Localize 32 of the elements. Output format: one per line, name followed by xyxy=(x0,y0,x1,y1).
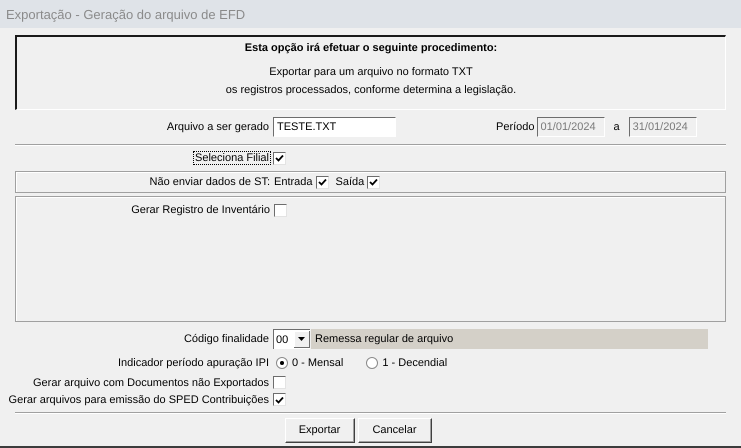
option-label: Gerar arquivo com Documentos não Exportados xyxy=(32,376,270,388)
period-label: Período xyxy=(496,121,535,133)
st-option-label: Entrada xyxy=(274,176,313,188)
file-name-field[interactable]: TESTE.TXT xyxy=(273,117,396,137)
window-title: Exportação - Geração do arquivo de EFD xyxy=(6,6,246,22)
checkbox[interactable] xyxy=(274,204,287,216)
radio-label: 0 - Mensal xyxy=(292,357,344,369)
file-label: Arquivo a ser gerado xyxy=(166,121,270,133)
inventory-label: Gerar Registro de Inventário xyxy=(130,204,271,216)
ipi-period-label: Indicador período apuração IPI xyxy=(116,357,270,369)
checkbox[interactable] xyxy=(273,152,286,164)
purpose-code-select[interactable]: 00 xyxy=(273,329,310,349)
dialog-button[interactable]: Exportar xyxy=(284,418,354,442)
purpose-description: Remessa regular de arquivo xyxy=(311,329,708,349)
dialog-button[interactable]: Cancelar xyxy=(358,418,432,442)
period-separator: a xyxy=(614,121,620,133)
checkbox[interactable] xyxy=(273,393,286,406)
caret-icon xyxy=(298,337,305,341)
info-text: os registros processados, conforme determina a legislação. xyxy=(226,83,516,98)
info-text: Exportar para um arquivo no formato TXT xyxy=(269,65,473,80)
select-branch-label[interactable]: Seleciona Filial xyxy=(194,152,270,164)
checkbox[interactable] xyxy=(273,376,286,389)
purpose-label: Código finalidade xyxy=(182,333,270,345)
info-heading: Esta opção irá efetuar o seguinte procedimento: xyxy=(244,42,498,54)
option-label: Gerar arquivos para emissão do SPED Contribuições xyxy=(8,394,270,406)
st-label: Não enviar dados de ST: xyxy=(148,176,271,188)
radio-button[interactable] xyxy=(366,357,378,369)
st-option-label: Saída xyxy=(336,176,364,188)
checkbox[interactable] xyxy=(316,176,329,188)
checkbox[interactable] xyxy=(367,176,380,188)
radio-label: 1 - Decendial xyxy=(382,357,448,369)
radio-button[interactable] xyxy=(276,357,288,369)
